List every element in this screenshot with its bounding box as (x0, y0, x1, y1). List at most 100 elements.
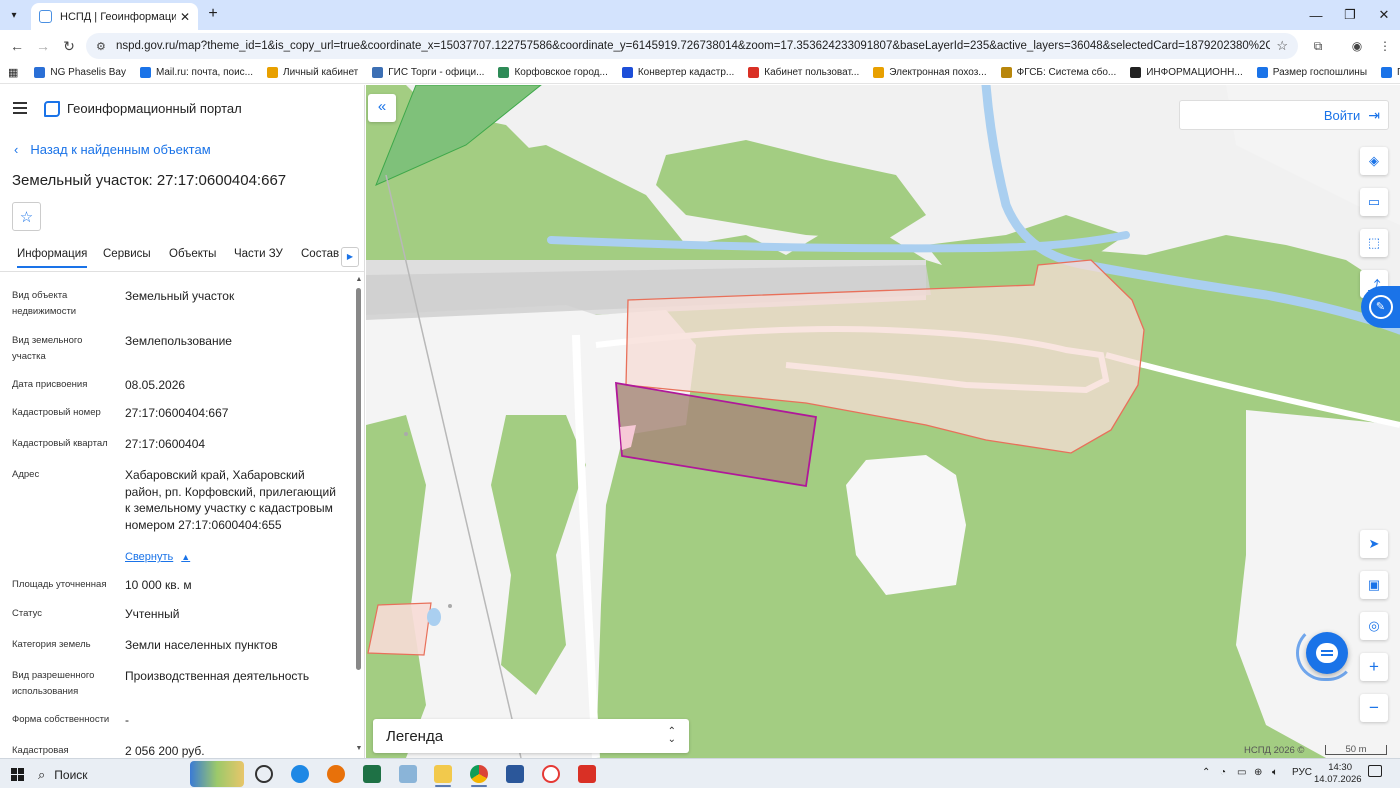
taskbar-search[interactable]: ⌕ Поиск (38, 765, 178, 785)
zoom-in-icon[interactable]: + (1360, 653, 1388, 681)
tab-title: НСПД | Геоинформационный (60, 10, 176, 23)
panel-scrollbar-thumb[interactable] (356, 288, 361, 670)
scroll-up-arrow-icon[interactable]: ▲ (355, 276, 363, 283)
volume-icon[interactable]: 🔈︎ (1272, 767, 1278, 778)
file-explorer-icon[interactable] (434, 765, 452, 783)
map-canvas[interactable] (366, 85, 1400, 758)
collapse-link-label: Свернуть (125, 551, 174, 563)
bookmark-favicon-icon (267, 67, 279, 78)
tray-icon[interactable]: ◔ (1220, 767, 1226, 778)
bookmark-label: Кабинет пользоват... (764, 67, 860, 78)
browser-alt-icon[interactable] (327, 765, 345, 783)
yandex-browser-icon[interactable] (542, 765, 560, 783)
bookmark-star-icon[interactable]: ☆ (1276, 38, 1288, 54)
bookmark-item[interactable]: Электронная похоз... (873, 67, 987, 78)
bookmark-item[interactable]: ГИС Торги - офици... (372, 67, 484, 78)
area-select-icon[interactable]: ⬚ (1360, 229, 1388, 257)
login-button[interactable]: Войти ⇥ (1179, 100, 1389, 130)
browser-toolbar: ← → ↻ ⚙ nspd.gov.ru/map?theme_id=1&is_co… (0, 30, 1400, 62)
browser-menu-icon[interactable]: ⋮ (1377, 38, 1393, 54)
zoom-out-icon[interactable]: − (1360, 694, 1388, 722)
reload-icon[interactable]: ↻ (60, 37, 78, 55)
url-text: nspd.gov.ru/map?theme_id=1&is_copy_url=t… (116, 40, 1271, 52)
bookmark-item[interactable]: Кабинет пользоват... (748, 67, 859, 78)
window-close-icon[interactable]: ✕ (1366, 0, 1400, 30)
chevron-up-icon: ▲ (181, 552, 191, 562)
clock[interactable]: 14:30 14.07.2026 (1314, 762, 1362, 786)
bookmark-item[interactable]: ИНФОРМАЦИОНН... (1130, 67, 1243, 78)
tab-information[interactable]: Информация (17, 248, 88, 268)
bookmark-favicon-icon (1130, 67, 1142, 78)
tab-objects[interactable]: Объекты (169, 248, 216, 266)
bookmark-item[interactable]: Личный кабинет (267, 67, 358, 78)
bookmark-item[interactable]: Перечни для выяв... (1381, 67, 1400, 78)
excel-icon[interactable] (363, 765, 381, 783)
site-favicon-icon (39, 10, 52, 23)
notifications-icon[interactable] (1368, 765, 1382, 777)
forward-icon[interactable]: → (34, 37, 52, 55)
tab-services[interactable]: Сервисы (103, 248, 151, 266)
widgets-icon[interactable] (190, 761, 244, 787)
language-indicator[interactable]: РУС (1292, 767, 1312, 778)
collapse-panel-button[interactable]: « (368, 94, 396, 122)
tab-search-chevron-icon[interactable]: ▾ (5, 6, 23, 24)
chat-button[interactable] (1306, 632, 1348, 674)
bookmark-label: Личный кабинет (283, 67, 359, 78)
edge-icon[interactable] (291, 765, 309, 783)
favorite-star-button[interactable]: ☆ (12, 202, 41, 231)
bookmark-label: ГИС Торги - офици... (388, 67, 485, 78)
address-bar[interactable]: ⚙ nspd.gov.ru/map?theme_id=1&is_copy_url… (86, 33, 1298, 59)
property-value: Земельный участок (125, 289, 235, 303)
minimize-icon[interactable]: — (1298, 0, 1334, 30)
tab-parcel-parts[interactable]: Части ЗУ (234, 248, 283, 266)
property-value: 08.05.2026 (125, 378, 186, 392)
close-tab-icon[interactable]: ✕ (180, 10, 190, 24)
tray-icon[interactable]: ▭ (1237, 767, 1246, 778)
tabs-scroll-right-icon[interactable]: ▶ (341, 247, 359, 267)
new-tab-icon[interactable]: + (204, 5, 222, 23)
scroll-down-arrow-icon[interactable]: ▼ (355, 745, 363, 752)
tray-icon[interactable]: ⊕ (1254, 767, 1262, 778)
bookmark-item[interactable]: Размер госпошлины (1256, 67, 1367, 78)
site-settings-icon[interactable]: ⚙ (96, 40, 110, 53)
property-value: Производственная деятельность (125, 669, 310, 683)
app-c-icon[interactable] (255, 765, 273, 783)
tray-overflow-icon[interactable]: ⌃ (1202, 767, 1210, 778)
pdf-reader-icon[interactable] (578, 765, 596, 783)
my-location-icon[interactable]: ➤ (1360, 530, 1388, 558)
chrome-icon[interactable] (470, 765, 488, 783)
back-icon[interactable]: ← (8, 37, 26, 55)
chevron-left-icon: ‹ (14, 142, 19, 157)
profile-icon[interactable]: ◉ (1349, 38, 1365, 54)
apps-grid-icon[interactable]: ▦ (8, 67, 18, 79)
back-to-results-link[interactable]: ‹ Назад к найденным объектам (14, 142, 211, 157)
geo-search-icon[interactable]: ◎ (1360, 612, 1388, 640)
ruler-icon[interactable]: ▭ (1360, 188, 1388, 216)
app-tool-icon[interactable] (399, 765, 417, 783)
bookmark-item[interactable]: NG Phaselis Bay (34, 67, 126, 78)
property-label: Кадастровый номер (12, 407, 101, 418)
picture-in-picture-icon[interactable]: ▣ (1360, 571, 1388, 599)
word-icon[interactable] (506, 765, 524, 783)
login-arrow-icon: ⇥ (1368, 106, 1380, 123)
bookmark-favicon-icon (140, 67, 151, 78)
windows-start-icon[interactable] (11, 768, 24, 781)
extensions-icon[interactable]: ⧉ (1310, 38, 1326, 54)
property-value: 2 056 200 руб. (125, 744, 205, 758)
property-value: 27:17:0600404 (125, 437, 206, 451)
bookmark-label: ФГСБ: Система сбо... (1016, 67, 1117, 78)
legend-selector[interactable]: Легенда ⌃ ⌄ (373, 719, 689, 753)
bookmark-item[interactable]: Конвертер кадастр... (621, 67, 734, 78)
property-label: Площадь уточненная (12, 579, 107, 590)
restore-icon[interactable]: ❐ (1332, 0, 1368, 30)
assistant-side-button[interactable]: ✎ (1361, 286, 1400, 328)
portal-title: Геоинформационный портал (67, 101, 242, 116)
collapse-address-link[interactable]: Свернуть ▲ (125, 551, 190, 563)
browser-tab[interactable]: НСПД | Геоинформационный ✕ (31, 3, 198, 30)
tab-composition[interactable]: Состав (301, 248, 339, 266)
bookmark-item[interactable]: ФГСБ: Система сбо... (1000, 67, 1117, 78)
menu-icon[interactable] (13, 102, 27, 114)
layers-icon[interactable]: ◈ (1360, 147, 1388, 175)
bookmark-item[interactable]: Mail.ru: почта, поис... (140, 67, 253, 78)
bookmark-item[interactable]: Корфовское город... (498, 67, 608, 78)
